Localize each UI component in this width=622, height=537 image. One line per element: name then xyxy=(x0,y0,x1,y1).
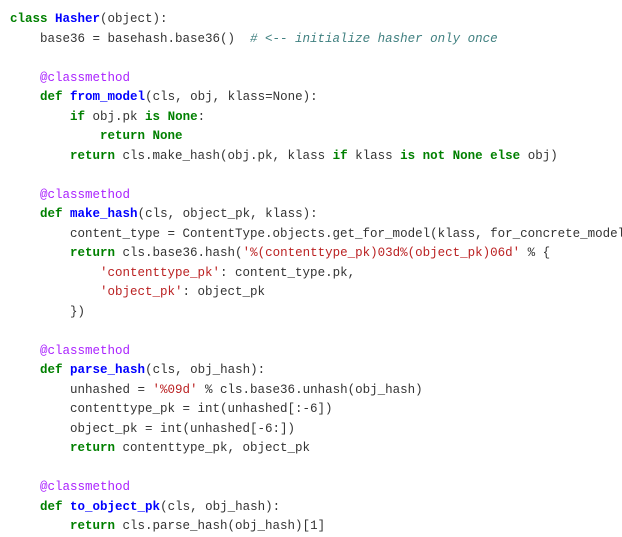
line: object_pk = int(unhashed[-6:]) xyxy=(10,422,295,436)
line: return cls.parse_hash(obj_hash)[1] xyxy=(10,519,325,533)
line: def make_hash(cls, object_pk, klass): xyxy=(10,207,318,221)
keyword-else: else xyxy=(490,149,520,163)
keyword-def: def xyxy=(40,500,63,514)
string: 'contenttype_pk' xyxy=(100,266,220,280)
line: class Hasher(object): xyxy=(10,12,168,26)
keyword-def: def xyxy=(40,207,63,221)
keyword-return: return xyxy=(100,129,145,143)
line: @classmethod xyxy=(10,344,130,358)
keyword-def: def xyxy=(40,363,63,377)
line: return contenttype_pk, object_pk xyxy=(10,441,310,455)
decorator: @classmethod xyxy=(10,71,130,85)
line: @classmethod xyxy=(10,71,130,85)
line: @classmethod xyxy=(10,480,130,494)
line: def to_object_pk(cls, obj_hash): xyxy=(10,500,280,514)
line: def parse_hash(cls, obj_hash): xyxy=(10,363,265,377)
decorator: @classmethod xyxy=(10,480,130,494)
keyword-if: if xyxy=(333,149,348,163)
keyword-none: None xyxy=(453,149,483,163)
func-name: parse_hash xyxy=(70,363,145,377)
indent xyxy=(10,90,40,104)
keyword-isnot: is not xyxy=(400,149,445,163)
func-name: make_hash xyxy=(70,207,138,221)
line: @classmethod xyxy=(10,188,130,202)
keyword-none: None xyxy=(168,110,198,124)
keyword-if: if xyxy=(70,110,85,124)
keyword-none: None xyxy=(153,129,183,143)
line: 'object_pk': object_pk xyxy=(10,285,265,299)
keyword-is: is xyxy=(145,110,160,124)
keyword-return: return xyxy=(70,149,115,163)
keyword-return: return xyxy=(70,441,115,455)
string: '%09d' xyxy=(153,383,198,397)
line: 'contenttype_pk': content_type.pk, xyxy=(10,266,355,280)
line: unhashed = '%09d' % cls.base36.unhash(ob… xyxy=(10,383,423,397)
decorator: @classmethod xyxy=(10,344,130,358)
line: return None xyxy=(10,129,183,143)
line: contenttype_pk = int(unhashed[:-6]) xyxy=(10,402,333,416)
line: }) xyxy=(10,305,85,319)
line: def from_model(cls, obj, klass=None): xyxy=(10,90,318,104)
class-name: Hasher xyxy=(55,12,100,26)
line: if obj.pk is None: xyxy=(10,110,205,124)
keyword-class: class xyxy=(10,12,48,26)
comment: # <-- initialize hasher only once xyxy=(250,32,498,46)
text: base36 = basehash.base36() xyxy=(10,32,250,46)
line: return cls.base36.hash('%(contenttype_pk… xyxy=(10,246,550,260)
line: return cls.make_hash(obj.pk, klass if kl… xyxy=(10,149,558,163)
func-name: from_model xyxy=(70,90,145,104)
code-block: class Hasher(object): base36 = basehash.… xyxy=(0,0,622,537)
text: (cls, obj, klass=None): xyxy=(145,90,318,104)
string: '%(contenttype_pk)03d%(object_pk)06d' xyxy=(243,246,521,260)
func-name: to_object_pk xyxy=(70,500,160,514)
keyword-return: return xyxy=(70,519,115,533)
line: content_type = ContentType.objects.get_f… xyxy=(10,227,622,241)
string: 'object_pk' xyxy=(100,285,183,299)
keyword-return: return xyxy=(70,246,115,260)
keyword-def: def xyxy=(40,90,63,104)
line: base36 = basehash.base36() # <-- initial… xyxy=(10,32,498,46)
text: (object): xyxy=(100,12,168,26)
decorator: @classmethod xyxy=(10,188,130,202)
